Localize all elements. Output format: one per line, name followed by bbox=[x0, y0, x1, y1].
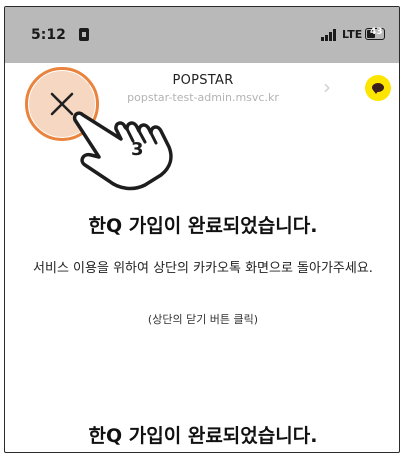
status-bar: 5:12 LTE 43 bbox=[5, 7, 399, 63]
page-title: 한Q 가입이 완료되었습니다. bbox=[88, 215, 318, 237]
status-time: 5:12 bbox=[31, 27, 66, 43]
signal-icon bbox=[321, 29, 341, 41]
network-type: LTE bbox=[342, 28, 363, 41]
page-title-repeat: 한Q 가입이 완료되었습니다. bbox=[88, 425, 318, 447]
step-number: 3 bbox=[131, 139, 144, 160]
chevron-right-icon[interactable]: › bbox=[323, 75, 331, 99]
hand-pointer-icon bbox=[72, 111, 173, 191]
battery-percent: 43 bbox=[370, 27, 383, 37]
battery-icon: 43 bbox=[365, 27, 385, 40]
kakao-talk-icon[interactable] bbox=[365, 75, 391, 101]
lock-icon bbox=[79, 28, 89, 41]
screenshot-frame: 5:12 LTE 43 ‹ POPSTAR popstar-test-admin… bbox=[4, 6, 400, 453]
page-note: (상단의 닫기 버튼 클릭) bbox=[147, 313, 259, 326]
page-description: 서비스 이용을 위하여 상단의 카카오톡 화면으로 돌아가주세요. bbox=[33, 261, 373, 276]
